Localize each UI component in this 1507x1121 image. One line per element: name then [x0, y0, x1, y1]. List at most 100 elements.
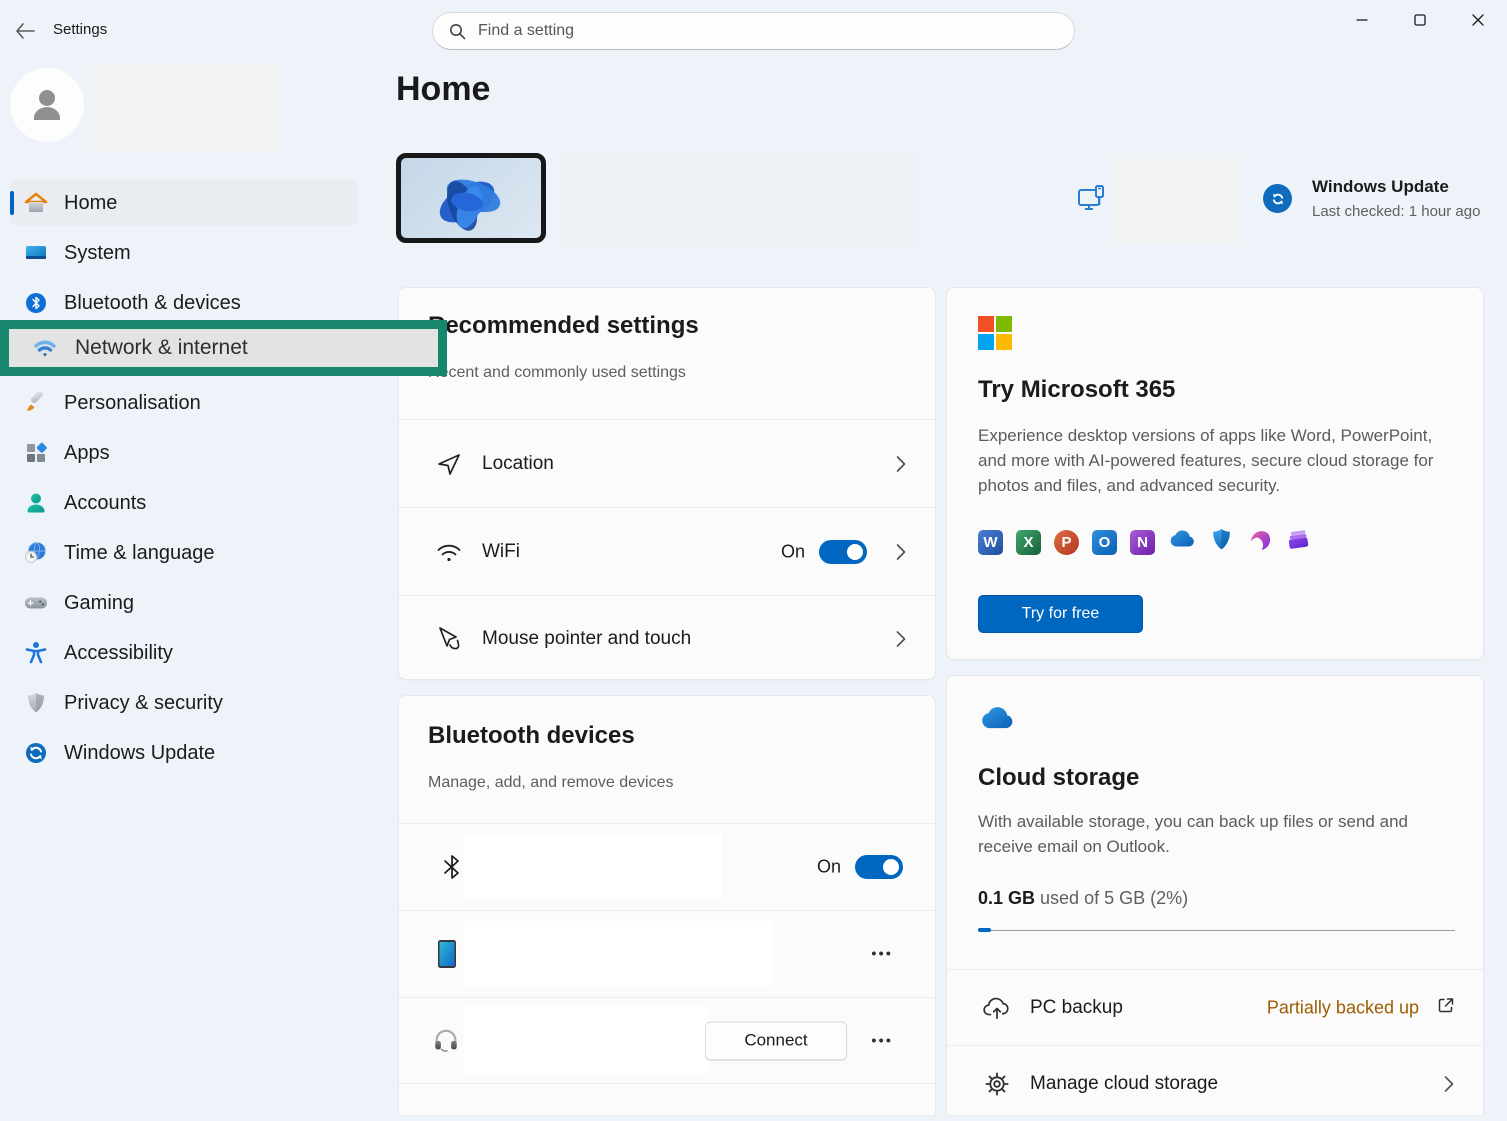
row-wifi[interactable]: WiFi On: [399, 508, 935, 595]
row-headphones-device[interactable]: Connect •••: [399, 998, 935, 1083]
sidebar-item-label: Time & language: [64, 542, 214, 565]
avatar[interactable]: [10, 68, 84, 142]
onedrive-cloud-icon: [978, 706, 1016, 737]
row-location[interactable]: Location: [399, 420, 935, 507]
card-subtitle: Manage, add, and remove devices: [428, 774, 673, 792]
row-label: WiFi: [482, 541, 520, 563]
connect-button[interactable]: Connect: [705, 1021, 847, 1060]
card-title: Cloud storage: [978, 764, 1139, 792]
row-bluetooth-toggle[interactable]: On: [399, 824, 935, 910]
sidebar-item-windows-update[interactable]: Windows Update: [10, 730, 358, 776]
more-icon[interactable]: •••: [871, 946, 893, 963]
sidebar-item-personalisation[interactable]: Personalisation: [10, 380, 358, 426]
time-language-icon: [24, 541, 48, 565]
row-label: Manage cloud storage: [1030, 1073, 1218, 1095]
sidebar-item-label: Privacy & security: [64, 692, 223, 715]
sidebar-item-label: Bluetooth & devices: [64, 292, 241, 315]
row-label: Mouse pointer and touch: [482, 628, 691, 650]
sidebar-item-privacy-security[interactable]: Privacy & security: [10, 680, 358, 726]
card-title: Recommended settings: [428, 312, 699, 340]
chevron-right-icon: [895, 455, 907, 473]
wifi-icon: [33, 336, 57, 360]
ethernet-icon: [1076, 183, 1108, 220]
designer-icon: [1247, 527, 1272, 557]
annotation-label: Network & internet: [75, 336, 248, 360]
sidebar-item-accounts[interactable]: Accounts: [10, 480, 358, 526]
external-link-icon: [1437, 996, 1455, 1019]
try-for-free-button[interactable]: Try for free: [978, 595, 1143, 633]
device-thumbnail: [396, 153, 546, 243]
app-title: Settings: [53, 21, 107, 38]
sidebar-item-label: System: [64, 242, 131, 265]
search-box[interactable]: [432, 12, 1075, 50]
bluetooth-icon: [24, 291, 48, 315]
card-title: Try Microsoft 365: [978, 376, 1175, 404]
m365-description: Experience desktop versions of apps like…: [978, 423, 1458, 498]
maximize-button[interactable]: [1391, 0, 1449, 40]
word-icon: W: [978, 530, 1003, 555]
close-button[interactable]: [1449, 0, 1507, 40]
minimize-button[interactable]: [1333, 0, 1391, 40]
bluetooth-glyph-icon: [438, 853, 466, 881]
back-arrow-icon: [15, 23, 35, 39]
storage-used-value: 0.1 GB: [978, 888, 1035, 908]
pc-backup-icon: [983, 994, 1011, 1022]
chevron-right-icon: [895, 543, 907, 561]
bluetooth-toggle[interactable]: [855, 855, 903, 879]
excel-icon: X: [1016, 530, 1041, 555]
cloud-storage-card: Cloud storage With available storage, yo…: [946, 675, 1484, 1115]
storage-progress-bar: [978, 928, 1455, 932]
storage-progress-fill: [978, 928, 991, 932]
sidebar-nav: Home System Bluetooth & devices: [10, 180, 358, 780]
sidebar-item-label: Accounts: [64, 492, 146, 515]
microsoft-logo: [978, 316, 1012, 350]
defender-icon: [1209, 527, 1234, 557]
search-icon: [449, 23, 466, 40]
search-input[interactable]: [476, 21, 1020, 41]
row-label: Location: [482, 453, 554, 475]
sidebar-item-label: Accessibility: [64, 642, 173, 665]
settings-window: Settings: [0, 0, 1507, 1100]
cloud-description: With available storage, you can back up …: [978, 809, 1458, 859]
sidebar-item-system[interactable]: System: [10, 230, 358, 276]
sidebar-item-label: Apps: [64, 442, 110, 465]
row-label: PC backup: [1030, 997, 1123, 1019]
card-subtitle: Recent and commonly used settings: [428, 364, 686, 382]
more-icon[interactable]: •••: [871, 1032, 893, 1049]
sidebar-item-gaming[interactable]: Gaming: [10, 580, 358, 626]
row-mouse-pointer-touch[interactable]: Mouse pointer and touch: [399, 596, 935, 682]
bluetooth-devices-card: Bluetooth devices Manage, add, and remov…: [398, 695, 936, 1115]
toggle-state-label: On: [781, 541, 805, 562]
redacted-phone-name: [464, 921, 772, 986]
sidebar-item-time-language[interactable]: Time & language: [10, 530, 358, 576]
close-icon: [1472, 14, 1484, 26]
card-title: Bluetooth devices: [428, 722, 635, 750]
sidebar-item-apps[interactable]: Apps: [10, 430, 358, 476]
accounts-icon: [24, 491, 48, 515]
windows-update-icon: [1263, 184, 1292, 213]
back-button[interactable]: [12, 20, 38, 42]
gear-icon: [983, 1070, 1011, 1098]
redacted-network-name: [1113, 153, 1240, 243]
maximize-icon: [1414, 14, 1426, 26]
windows-update-icon: [24, 741, 48, 765]
sidebar-item-home[interactable]: Home: [10, 180, 358, 226]
windows-update-title: Windows Update: [1312, 177, 1449, 197]
row-phone-device[interactable]: •••: [399, 911, 935, 997]
wifi-toggle[interactable]: [819, 540, 867, 564]
page-title: Home: [396, 70, 490, 109]
pc-backup-status: Partially backed up: [1267, 997, 1419, 1018]
home-icon: [24, 191, 48, 215]
outlook-icon: O: [1092, 530, 1117, 555]
minimize-icon: [1356, 14, 1368, 26]
row-pc-backup[interactable]: PC backup Partially backed up: [947, 970, 1483, 1045]
row-manage-cloud-storage[interactable]: Manage cloud storage: [947, 1046, 1483, 1121]
storage-used-detail: used of 5 GB (2%): [1035, 888, 1188, 908]
sidebar-item-label: Home: [64, 192, 117, 215]
toggle-state-label: On: [817, 857, 841, 878]
sidebar-item-label: Windows Update: [64, 742, 215, 765]
redacted-bluetooth-name: [464, 834, 722, 899]
sidebar-item-accessibility[interactable]: Accessibility: [10, 630, 358, 676]
personalisation-icon: [24, 391, 48, 415]
apps-icon: [24, 441, 48, 465]
